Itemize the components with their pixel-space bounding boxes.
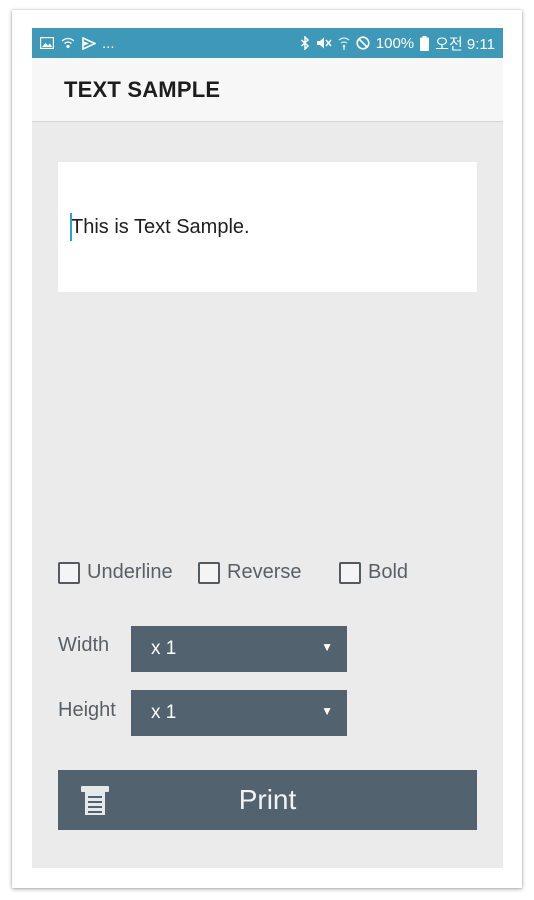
more-notifications: ... <box>102 34 115 52</box>
sample-text: This is Text Sample. <box>71 215 250 238</box>
app-bar: TEXT SAMPLE <box>32 58 503 122</box>
reverse-checkbox[interactable]: Reverse <box>198 561 301 584</box>
app-screen: ... 100% 오전 9:11 TEXT SAMPLE This is Tex… <box>32 28 503 868</box>
width-value: x 1 <box>151 638 177 659</box>
sample-text-input[interactable]: This is Text Sample. <box>58 162 477 292</box>
battery-percent: 100% <box>375 34 415 52</box>
print-label: Print <box>238 784 297 815</box>
underline-label: Underline <box>87 561 173 583</box>
mute-icon <box>316 36 332 50</box>
reverse-checkbox-box[interactable] <box>198 561 220 584</box>
bold-checkbox-box[interactable] <box>339 561 361 584</box>
image-icon <box>40 37 54 49</box>
wifi-direct-icon <box>60 36 76 50</box>
underline-checkbox[interactable]: Underline <box>58 561 173 584</box>
battery-icon <box>420 35 430 51</box>
underline-checkbox-box[interactable] <box>58 561 80 584</box>
height-value: x 1 <box>151 702 177 723</box>
cast-icon <box>82 36 96 50</box>
chevron-down-icon: ▼ <box>321 640 333 654</box>
text-cursor <box>70 212 72 241</box>
status-right: 100% 오전 9:11 <box>300 33 495 54</box>
width-select[interactable]: x 1 ▼ <box>131 626 347 672</box>
bold-label: Bold <box>368 561 409 583</box>
print-button[interactable]: Print <box>58 770 477 830</box>
bold-checkbox[interactable]: Bold <box>339 561 408 584</box>
signal-icon <box>338 36 350 50</box>
height-label: Height <box>58 699 116 721</box>
status-bar: ... 100% 오전 9:11 <box>32 28 503 58</box>
no-disturb-icon <box>356 36 370 50</box>
height-select[interactable]: x 1 ▼ <box>131 690 347 736</box>
page-title: TEXT SAMPLE <box>64 76 221 102</box>
clock: 오전 9:11 <box>435 35 495 53</box>
chevron-down-icon: ▼ <box>321 704 333 718</box>
bluetooth-icon <box>300 36 310 50</box>
reverse-label: Reverse <box>227 561 302 583</box>
width-label: Width <box>58 634 110 656</box>
sample-text-value: This is Text Sample. <box>70 212 250 241</box>
status-left: ... <box>40 35 115 52</box>
